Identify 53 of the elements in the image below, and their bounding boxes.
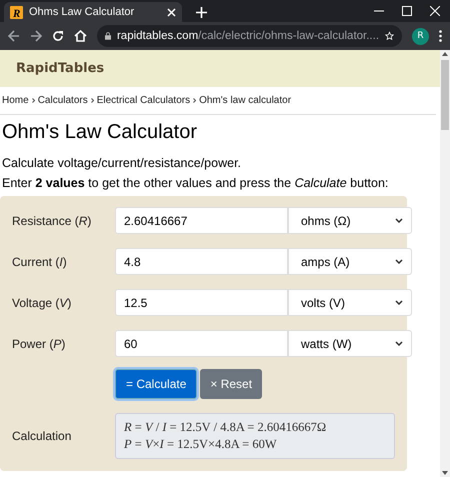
breadcrumb-link[interactable]: Electrical Calculators [96, 95, 190, 106]
field-label: Power (P) [12, 336, 66, 350]
forward-arrow-icon[interactable] [30, 30, 42, 42]
lock-icon [105, 31, 111, 41]
home-icon[interactable] [74, 30, 87, 42]
chevron-down-icon [395, 218, 403, 223]
unit-dropdown[interactable]: amps (A) [288, 248, 412, 275]
calculation-label: Calculation [12, 429, 72, 443]
close-icon[interactable] [430, 6, 440, 16]
address-bar[interactable]: rapidtables.com/calc/electric/ohms-law-calculator.... [97, 25, 402, 47]
url-text: rapidtables.com/calc/electric/ohms-law-calculator.... [116, 30, 380, 42]
scroll-up-icon[interactable] [442, 52, 448, 56]
instruction-text: Enter 2 values to get the other values and press the Calculate button: [2, 176, 390, 190]
close-icon[interactable] [167, 8, 176, 16]
menu-icon[interactable] [439, 30, 442, 42]
chevron-down-icon [395, 341, 403, 346]
field-label: Voltage (V) [12, 296, 72, 310]
intro-text: Calculate voltage/current/resistance/power. [2, 156, 242, 170]
reset-button[interactable]: × Reset [200, 369, 262, 399]
chevron-down-icon [395, 300, 403, 305]
site-name[interactable]: RapidTables [16, 61, 104, 76]
field-label: Resistance (R) [12, 214, 92, 228]
unit-dropdown[interactable]: ohms (Ω) [288, 207, 412, 234]
input-field[interactable]: 4.8 [115, 248, 288, 275]
calculate-button[interactable]: = Calculate [115, 369, 198, 399]
formula-line: R = V / I = 12.5V / 4.8A = 2.60416667Ω [124, 420, 328, 435]
back-arrow-icon[interactable] [8, 30, 20, 42]
field-label: Current (I) [12, 254, 68, 268]
scroll-down-icon[interactable] [442, 471, 448, 475]
maximize-icon[interactable] [402, 6, 412, 16]
site-logo-icon: R [10, 6, 23, 18]
scrollbar[interactable] [440, 50, 450, 477]
star-icon[interactable] [385, 30, 394, 42]
new-tab-icon[interactable] [196, 7, 207, 18]
browser-tab[interactable]: R Ohms Law Calculator [4, 2, 182, 22]
input-field[interactable]: 60 [115, 330, 288, 357]
chevron-right-icon [90, 98, 94, 103]
chevron-down-icon [395, 259, 403, 264]
page-title: Ohm's Law Calculator [2, 121, 198, 144]
breadcrumb-link[interactable]: Ohm's law calculator [199, 95, 292, 106]
unit-dropdown[interactable]: watts (W) [288, 330, 412, 357]
breadcrumb-link[interactable]: Home [2, 95, 29, 106]
breadcrumb-link[interactable]: Calculators [38, 95, 88, 106]
scrollbar-thumb[interactable] [441, 60, 449, 130]
input-field[interactable]: 2.60416667 [115, 207, 288, 234]
chevron-right-icon [32, 98, 35, 103]
formula-line: P = V×I = 12.5V×4.8A = 60W [124, 437, 278, 452]
chevron-right-icon [193, 98, 196, 103]
tab-title: Ohms Law Calculator [29, 6, 134, 18]
unit-dropdown[interactable]: volts (V) [288, 289, 412, 316]
profile-avatar[interactable]: R [412, 28, 429, 44]
input-field[interactable]: 12.5 [115, 289, 288, 316]
reload-icon[interactable] [52, 30, 64, 42]
